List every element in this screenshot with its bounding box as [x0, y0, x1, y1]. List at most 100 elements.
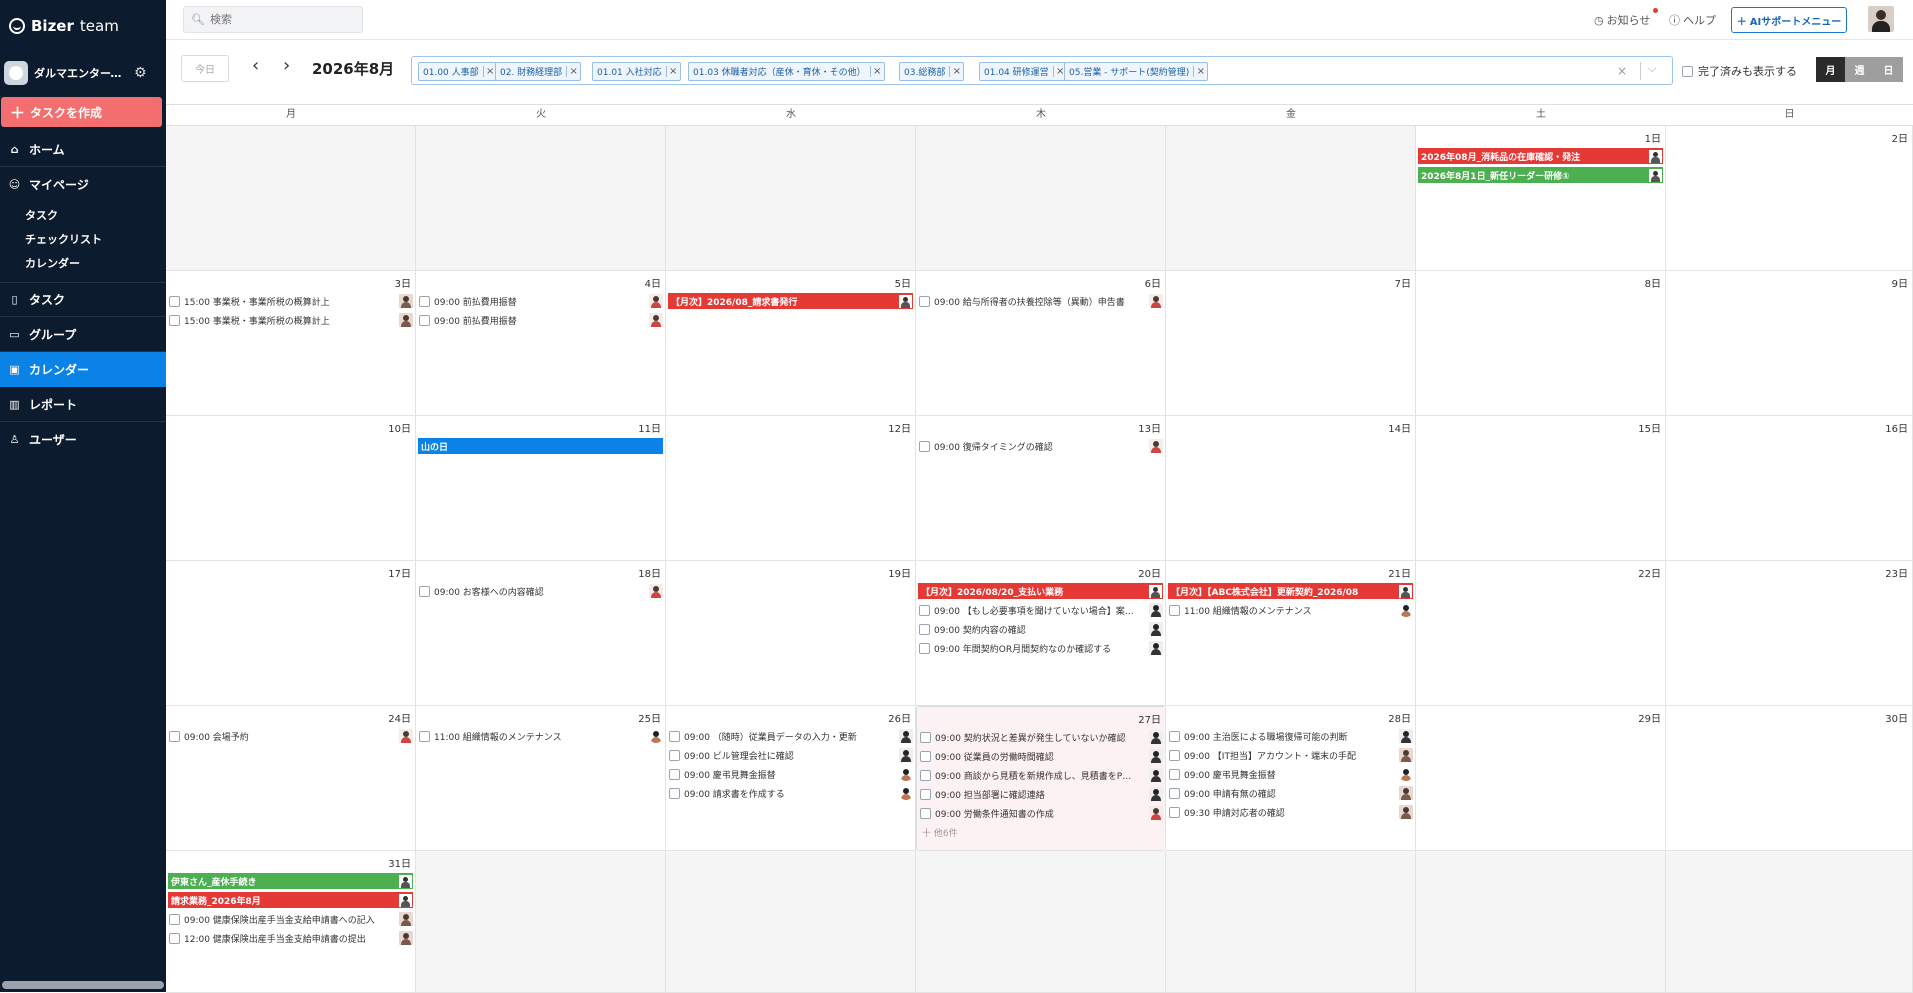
task-item[interactable]: 09:00 【もし必要事項を聞けていない場合】案…: [918, 602, 1163, 618]
day-cell-out[interactable]: [916, 126, 1166, 271]
day-cell[interactable]: 20日 【月次】2026/08/20_支払い業務 09:00 【もし必要事項を聞…: [916, 561, 1166, 706]
task-checkbox[interactable]: [1169, 806, 1180, 818]
task-item[interactable]: 09:00 申請有無の確認: [1168, 785, 1413, 801]
task-checkbox[interactable]: [919, 623, 930, 635]
task-item[interactable]: 09:00 慶弔見舞金振替: [668, 766, 913, 782]
task-item[interactable]: 15:00 事業税・事業所税の概算計上: [168, 312, 413, 328]
task-item[interactable]: 09:00 担当部署に確認連絡: [919, 786, 1163, 802]
day-cell[interactable]: 13日 09:00 復帰タイミングの確認: [916, 416, 1166, 561]
filter-chip[interactable]: 01.01 入社対応 ×: [592, 62, 681, 81]
task-item[interactable]: 09:00 給与所得者の扶養控除等（異動）申告書: [918, 293, 1163, 309]
task-checkbox[interactable]: [169, 913, 180, 925]
day-cell[interactable]: 16日: [1666, 416, 1913, 561]
more-events-link[interactable]: 十 他6件: [922, 826, 958, 839]
day-cell[interactable]: 21日 【月次】【ABC株式会社】更新契約_2026/08 11:00 組織情報…: [1166, 561, 1416, 706]
calendar-event[interactable]: 伊東さん_産休手続き: [168, 873, 413, 889]
show-completed-checkbox[interactable]: [1682, 65, 1693, 77]
sidebar-item-users[interactable]: ♙ ユーザー: [0, 422, 166, 457]
task-item[interactable]: 09:00 【IT担当】アカウント・端末の手配: [1168, 747, 1413, 763]
day-cell[interactable]: 18日 09:00 お客様への内容確認: [416, 561, 666, 706]
calendar-event[interactable]: 【月次】2026/08_請求書発行: [668, 293, 913, 309]
task-checkbox[interactable]: [920, 769, 931, 781]
task-item[interactable]: 09:00 主治医による職場復帰可能の判断: [1168, 728, 1413, 744]
task-item[interactable]: 09:00 労働条件通知書の作成: [919, 805, 1163, 821]
task-item[interactable]: 11:00 組織情報のメンテナンス: [418, 728, 663, 744]
task-checkbox[interactable]: [169, 730, 180, 742]
day-cell-out[interactable]: [1166, 126, 1416, 271]
task-item[interactable]: 09:00 商談から見積を新規作成し、見積書をP…: [919, 767, 1163, 783]
task-item[interactable]: 09:00 慶弔見舞金振替: [1168, 766, 1413, 782]
task-item[interactable]: 15:00 事業税・事業所税の概算計上: [168, 293, 413, 309]
day-cell[interactable]: 12日: [666, 416, 916, 561]
sidebar-item-mypage[interactable]: ☺ マイページ: [0, 167, 166, 202]
filter-chip[interactable]: 01.00 人事部 ×: [418, 62, 498, 81]
calendar-event[interactable]: 【月次】2026/08/20_支払い業務: [918, 583, 1163, 599]
holiday-event[interactable]: 山の日: [418, 438, 663, 454]
day-cell[interactable]: 10日: [166, 416, 416, 561]
task-checkbox[interactable]: [920, 750, 931, 762]
task-item[interactable]: 11:00 組織情報のメンテナンス: [1168, 602, 1413, 618]
day-cell[interactable]: 1日 2026年08月_消耗品の在庫確認・発注 2026年8月1日_新任リーダー…: [1416, 126, 1666, 271]
filter-chip[interactable]: 01.03 休職者対応（産休・育休・その他） ×: [688, 62, 885, 81]
task-item[interactable]: 09:00 従業員の労働時間確認: [919, 748, 1163, 764]
calendar-event[interactable]: 2026年08月_消耗品の在庫確認・発注: [1418, 148, 1663, 164]
sidebar-sub-checklist[interactable]: チェックリスト: [25, 231, 102, 247]
help-link[interactable]: ⓘ ヘルプ: [1669, 12, 1716, 28]
close-icon[interactable]: ×: [566, 66, 580, 77]
day-cell-today[interactable]: 27日 09:00 契約状況と差異が発生していないか確認 09:00 従業員の労…: [916, 706, 1166, 851]
close-icon[interactable]: ×: [869, 66, 884, 77]
filter-chip[interactable]: 05.営業 - サポート(契約管理) ×: [1064, 62, 1209, 81]
task-checkbox[interactable]: [1169, 604, 1180, 616]
gear-icon[interactable]: ⚙: [134, 65, 147, 81]
show-completed-toggle[interactable]: 完了済みも表示する: [1682, 63, 1797, 79]
filter-chip[interactable]: 02. 財務経理部 ×: [495, 62, 582, 81]
day-cell[interactable]: 14日: [1166, 416, 1416, 561]
task-item[interactable]: 12:00 健康保険出産手当金支給申請書の提出: [168, 930, 413, 946]
notices-link[interactable]: ◷ お知らせ: [1594, 12, 1650, 28]
task-item[interactable]: 09:30 申請対応者の確認: [1168, 804, 1413, 820]
org-switcher[interactable]: ダルマエンタープ… ⚙: [4, 59, 160, 87]
task-item[interactable]: 09:00 会場予約: [168, 728, 413, 744]
clear-filter-icon[interactable]: ×: [1617, 64, 1627, 78]
day-cell[interactable]: 7日: [1166, 271, 1416, 416]
day-cell-out[interactable]: [416, 126, 666, 271]
task-checkbox[interactable]: [919, 642, 930, 654]
task-checkbox[interactable]: [419, 730, 430, 742]
task-checkbox[interactable]: [1169, 730, 1180, 742]
task-checkbox[interactable]: [669, 768, 680, 780]
day-cell[interactable]: 19日: [666, 561, 916, 706]
task-item[interactable]: 09:00 請求書を作成する: [668, 785, 913, 801]
create-task-button[interactable]: ＋ タスクを作成: [1, 97, 162, 127]
ai-support-menu-button[interactable]: ＋ AIサポートメニュー: [1731, 7, 1847, 33]
view-month-button[interactable]: 月: [1816, 57, 1845, 82]
task-checkbox[interactable]: [1169, 749, 1180, 761]
day-cell[interactable]: 11日 山の日: [416, 416, 666, 561]
sidebar-item-reports[interactable]: ▥ レポート: [0, 387, 166, 422]
day-cell[interactable]: 28日 09:00 主治医による職場復帰可能の判断 09:00 【IT担当】アカ…: [1166, 706, 1416, 851]
day-cell[interactable]: 8日: [1416, 271, 1666, 416]
chevron-down-icon[interactable]: ⌵: [1648, 62, 1656, 76]
day-cell[interactable]: 26日 09:00 （随時）従業員データの入力・更新 09:00 ビル管理会社に…: [666, 706, 916, 851]
task-item[interactable]: 09:00 健康保険出産手当金支給申請書への記入: [168, 911, 413, 927]
day-cell[interactable]: 25日 11:00 組織情報のメンテナンス: [416, 706, 666, 851]
task-item[interactable]: 09:00 契約内容の確認: [918, 621, 1163, 637]
task-item[interactable]: 09:00 前払費用振替: [418, 312, 663, 328]
close-icon[interactable]: ×: [1193, 66, 1207, 77]
task-checkbox[interactable]: [920, 731, 931, 743]
task-checkbox[interactable]: [919, 604, 930, 616]
sidebar-sub-tasks[interactable]: タスク: [25, 207, 58, 223]
user-avatar[interactable]: [1868, 6, 1894, 32]
day-cell-out[interactable]: [166, 126, 416, 271]
day-cell[interactable]: 9日: [1666, 271, 1913, 416]
task-item[interactable]: 09:00 契約状況と差異が発生していないか確認: [919, 729, 1163, 745]
day-cell[interactable]: 24日 09:00 会場予約: [166, 706, 416, 851]
filter-chip[interactable]: 03.総務部 ×: [899, 62, 965, 81]
task-checkbox[interactable]: [669, 749, 680, 761]
task-checkbox[interactable]: [169, 295, 180, 307]
sidebar-scrollbar[interactable]: [2, 981, 164, 989]
day-cell-out[interactable]: [416, 851, 666, 993]
sidebar-sub-calendar[interactable]: カレンダー: [25, 255, 80, 271]
task-item[interactable]: 09:00 復帰タイミングの確認: [918, 438, 1163, 454]
day-cell-out[interactable]: [666, 126, 916, 271]
task-checkbox[interactable]: [920, 788, 931, 800]
